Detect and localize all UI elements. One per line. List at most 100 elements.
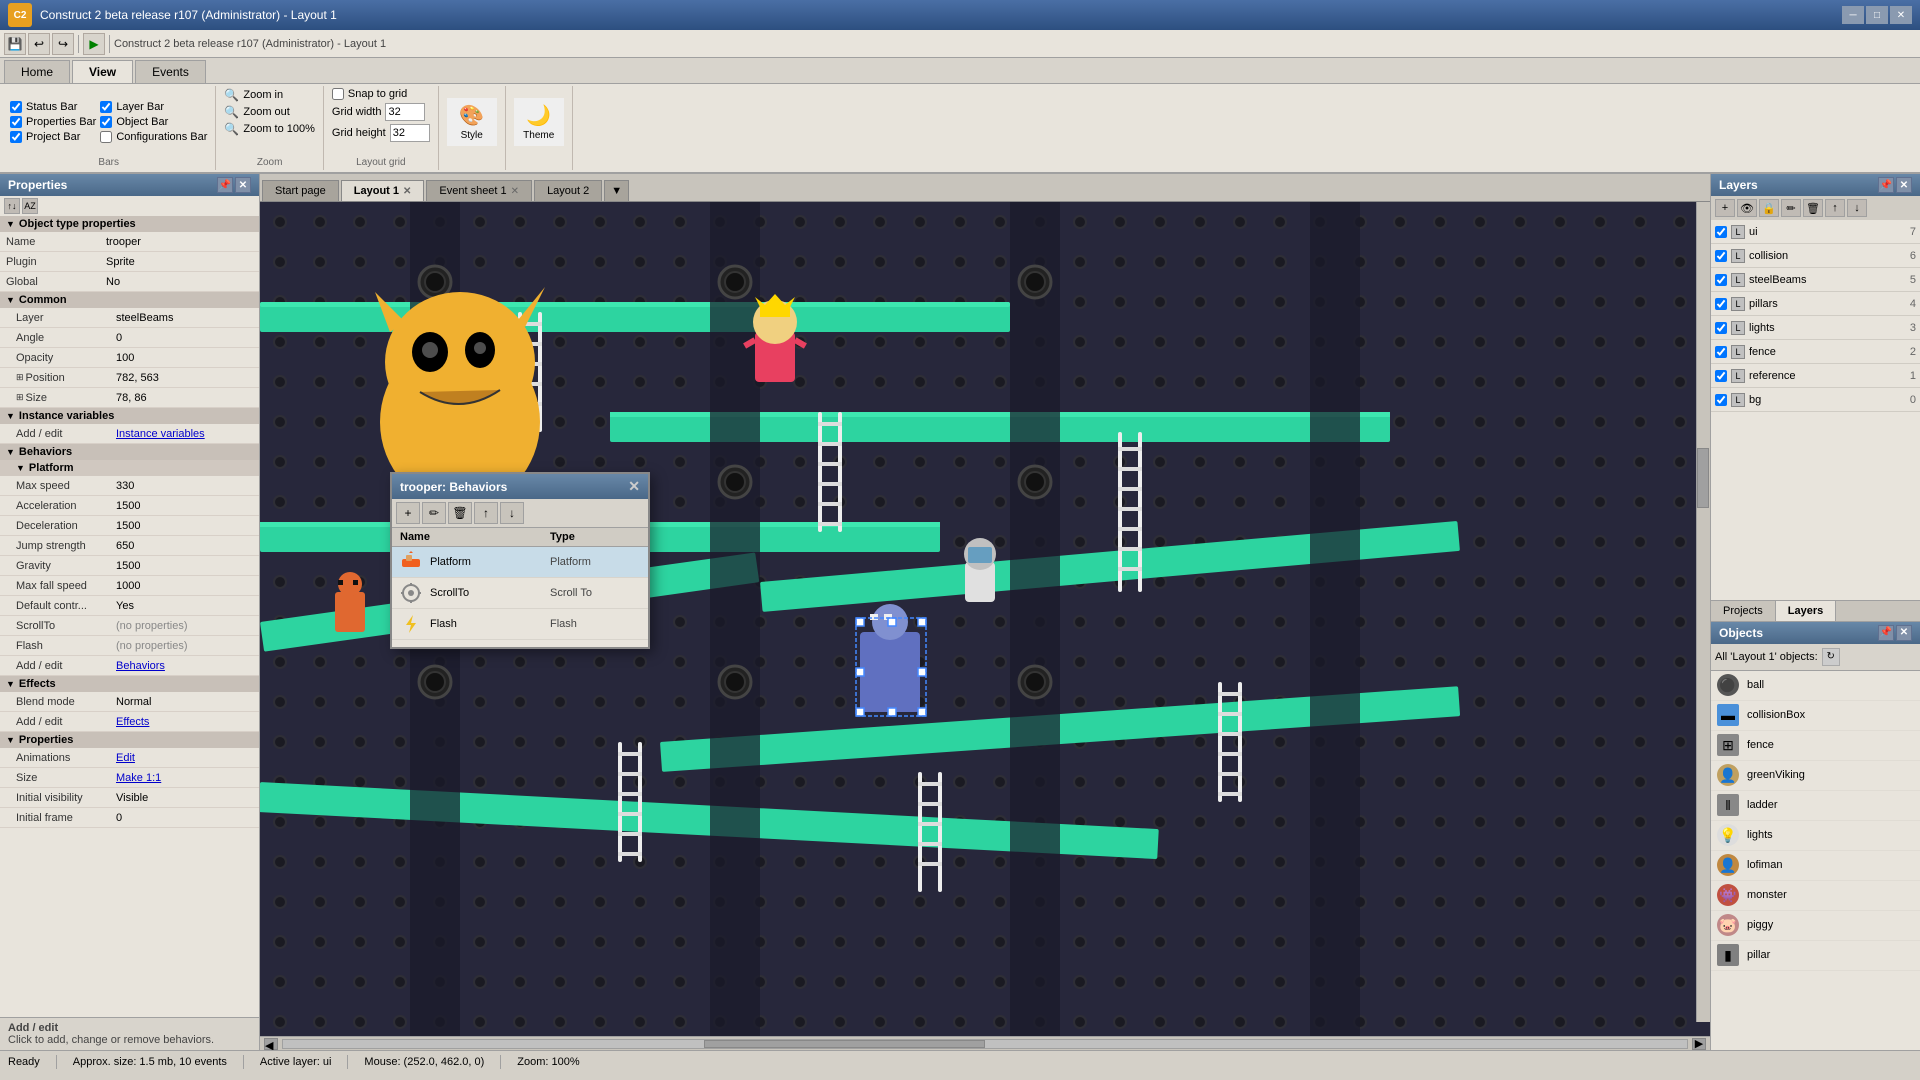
tab-scroll-arrow[interactable]: ▼ <box>604 180 629 201</box>
layers-close-button[interactable]: ✕ <box>1896 177 1912 193</box>
layer-collision-visible[interactable] <box>1715 250 1727 262</box>
section-object-type[interactable]: ▼ Object type properties <box>0 216 259 232</box>
layer-lights-visible[interactable] <box>1715 322 1727 334</box>
theme-button[interactable]: 🌙 Theme <box>514 98 564 146</box>
layer-reference-visible[interactable] <box>1715 370 1727 382</box>
project-bar-checkbox[interactable] <box>10 131 22 143</box>
section-instance-vars[interactable]: ▼ Instance variables <box>0 408 259 424</box>
behavior-row-flash[interactable]: Flash Flash <box>392 609 648 640</box>
layer-row-collision[interactable]: L collision 6 <box>1711 244 1920 268</box>
behavior-delete-button[interactable]: 🗑 <box>448 502 472 524</box>
behavior-add-button[interactable]: + <box>396 502 420 524</box>
obj-row-piggy[interactable]: 🐷 piggy <box>1711 911 1920 941</box>
project-bar-check[interactable]: Project Bar <box>10 131 96 143</box>
behavior-row-platform[interactable]: Platform Platform <box>392 547 648 578</box>
tab-layout-1-close[interactable]: ✕ <box>403 186 411 197</box>
section-platform[interactable]: ▼ Platform <box>0 460 259 476</box>
tab-layers[interactable]: Layers <box>1776 601 1836 621</box>
layer-edit-button[interactable]: ✏ <box>1781 199 1801 217</box>
layer-up-button[interactable]: ↑ <box>1825 199 1845 217</box>
layer-add-button[interactable]: + <box>1715 199 1735 217</box>
redo-button[interactable]: ↪ <box>52 33 74 55</box>
sort-asc-button[interactable]: ↑↓ <box>4 198 20 214</box>
configurations-bar-check[interactable]: Configurations Bar <box>100 131 207 143</box>
obj-row-pillar[interactable]: ▮ pillar <box>1711 941 1920 971</box>
layer-bar-checkbox[interactable] <box>100 101 112 113</box>
tab-event-sheet-1[interactable]: Event sheet 1 ✕ <box>426 180 532 201</box>
behavior-down-button[interactable]: ↓ <box>500 502 524 524</box>
hscroll-thumb[interactable] <box>704 1040 985 1048</box>
style-button[interactable]: 🎨 Style <box>447 98 497 146</box>
snap-to-grid-checkbox[interactable] <box>332 88 344 100</box>
tab-projects[interactable]: Projects <box>1711 601 1776 621</box>
hscroll-right-arrow[interactable]: ▶ <box>1692 1038 1706 1050</box>
layer-ui-visible[interactable] <box>1715 226 1727 238</box>
tab-layout-2[interactable]: Layout 2 <box>534 180 602 201</box>
close-button[interactable]: ✕ <box>1890 6 1912 24</box>
layer-down-button[interactable]: ↓ <box>1847 199 1867 217</box>
behavior-row-scrollto[interactable]: ScrollTo Scroll To <box>392 578 648 609</box>
layer-lock-button[interactable]: 🔒 <box>1759 199 1779 217</box>
canvas-vscroll-thumb[interactable] <box>1697 448 1709 508</box>
panel-pin-button[interactable]: 📌 <box>217 177 233 193</box>
layer-bg-visible[interactable] <box>1715 394 1727 406</box>
obj-row-collisionbox[interactable]: ▬ collisionBox <box>1711 701 1920 731</box>
status-bar-check[interactable]: Status Bar <box>10 101 96 113</box>
obj-row-lofiman[interactable]: 👤 lofiman <box>1711 851 1920 881</box>
zoom-100-row[interactable]: 🔍 Zoom to 100% <box>224 122 315 136</box>
panel-close-button[interactable]: ✕ <box>235 177 251 193</box>
hscroll-left-arrow[interactable]: ◀ <box>264 1038 278 1050</box>
tab-event-sheet-close[interactable]: ✕ <box>511 186 519 197</box>
tab-home[interactable]: Home <box>4 60 70 83</box>
section-effects[interactable]: ▼ Effects <box>0 676 259 692</box>
behavior-edit-button[interactable]: ✏ <box>422 502 446 524</box>
layer-row-lights[interactable]: L lights 3 <box>1711 316 1920 340</box>
sort-alpha-button[interactable]: AZ <box>22 198 38 214</box>
layer-fence-visible[interactable] <box>1715 346 1727 358</box>
canvas-horizontal-scrollbar[interactable]: ◀ ▶ <box>260 1036 1710 1050</box>
layer-delete-button[interactable]: 🗑 <box>1803 199 1823 217</box>
layer-row-reference[interactable]: L reference 1 <box>1711 364 1920 388</box>
obj-row-ball[interactable]: ⚫ ball <box>1711 671 1920 701</box>
status-bar-checkbox[interactable] <box>10 101 22 113</box>
properties-bar-checkbox[interactable] <box>10 116 22 128</box>
hscroll-track[interactable] <box>282 1039 1688 1049</box>
obj-row-greenviking[interactable]: 👤 greenViking <box>1711 761 1920 791</box>
restore-button[interactable]: □ <box>1866 6 1888 24</box>
object-bar-check[interactable]: Object Bar <box>100 116 207 128</box>
canvas-vertical-scrollbar[interactable] <box>1696 202 1710 1022</box>
configurations-bar-checkbox[interactable] <box>100 131 112 143</box>
save-button[interactable]: 💾 <box>4 33 26 55</box>
layer-row-bg[interactable]: L bg 0 <box>1711 388 1920 412</box>
layer-visibility-button[interactable]: 👁 <box>1737 199 1757 217</box>
layer-row-fence[interactable]: L fence 2 <box>1711 340 1920 364</box>
tab-layout-1[interactable]: Layout 1 ✕ <box>341 180 425 201</box>
obj-row-monster[interactable]: 👾 monster <box>1711 881 1920 911</box>
tab-start-page[interactable]: Start page <box>262 180 339 201</box>
objects-pin-button[interactable]: 📌 <box>1878 625 1894 641</box>
tab-view[interactable]: View <box>72 60 133 83</box>
layer-bar-check[interactable]: Layer Bar <box>100 101 207 113</box>
layers-pin-button[interactable]: 📌 <box>1878 177 1894 193</box>
zoom-out-row[interactable]: 🔍 Zoom out <box>224 105 315 119</box>
layer-row-ui[interactable]: L ui 7 <box>1711 220 1920 244</box>
minimize-button[interactable]: ─ <box>1842 6 1864 24</box>
objects-refresh-button[interactable]: ↻ <box>1822 648 1840 666</box>
obj-row-ladder[interactable]: ‖ ladder <box>1711 791 1920 821</box>
behaviors-popup-close[interactable]: ✕ <box>628 478 640 495</box>
run-button[interactable]: ▶ <box>83 33 105 55</box>
behavior-up-button[interactable]: ↑ <box>474 502 498 524</box>
properties-bar-check[interactable]: Properties Bar <box>10 116 96 128</box>
layer-row-steelbeams[interactable]: L steelBeams 5 <box>1711 268 1920 292</box>
obj-row-lights[interactable]: 💡 lights <box>1711 821 1920 851</box>
snap-to-grid-check[interactable]: Snap to grid <box>332 88 430 100</box>
obj-row-fence[interactable]: ⊞ fence <box>1711 731 1920 761</box>
section-properties[interactable]: ▼ Properties <box>0 732 259 748</box>
tab-events[interactable]: Events <box>135 60 206 83</box>
objects-close-button[interactable]: ✕ <box>1896 625 1912 641</box>
grid-width-input[interactable] <box>385 103 425 121</box>
grid-height-input[interactable] <box>390 124 430 142</box>
layer-row-pillars[interactable]: L pillars 4 <box>1711 292 1920 316</box>
zoom-in-row[interactable]: 🔍 Zoom in <box>224 88 315 102</box>
undo-button[interactable]: ↩ <box>28 33 50 55</box>
